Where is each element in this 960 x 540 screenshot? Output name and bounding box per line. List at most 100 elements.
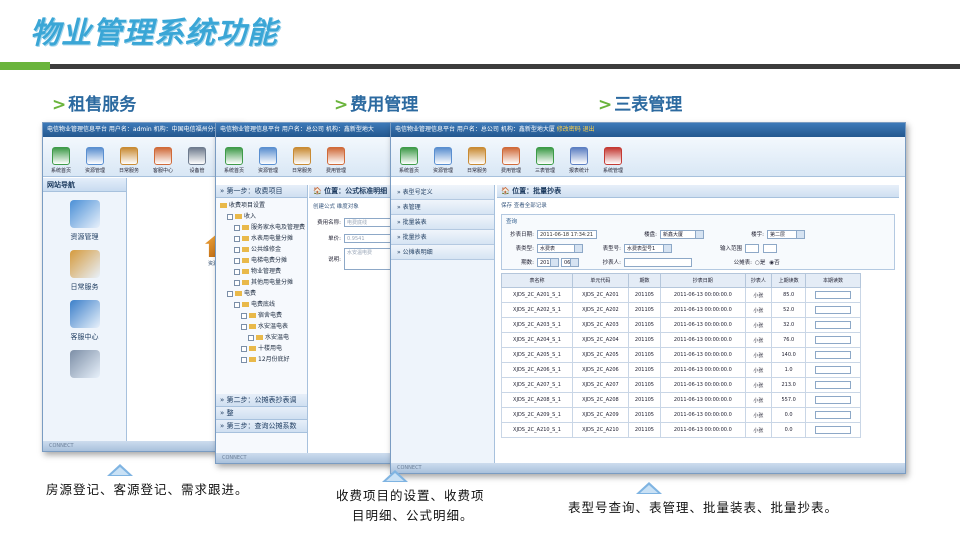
current-reading-input[interactable] <box>814 366 851 374</box>
toolbar-button-1[interactable]: 资源管理 <box>252 140 284 176</box>
toolbar-button-4[interactable]: 三表管理 <box>529 140 561 176</box>
table-cell: 小张 <box>744 422 773 438</box>
nav-item-3[interactable] <box>43 350 126 382</box>
toolbar-button-2[interactable]: 日常服务 <box>461 140 493 176</box>
tree-node[interactable]: 电梯电费分摊 <box>220 255 307 266</box>
tree-node[interactable]: 收费项目设置 <box>220 200 307 211</box>
tree-node[interactable]: 物业管理费 <box>220 266 307 277</box>
tree-node[interactable]: 收入 <box>220 211 307 222</box>
current-reading-input[interactable] <box>814 291 851 299</box>
tree-node[interactable]: 水安温电 <box>220 332 307 343</box>
toolbar-button-0[interactable]: 系统首页 <box>218 140 250 176</box>
meter-model-select[interactable]: 水费表型号1 <box>624 243 672 253</box>
meter-menu-item[interactable]: » 表管理 <box>391 200 494 215</box>
save-actions[interactable]: 保存 查看全部记录 <box>497 198 899 212</box>
tree-node[interactable]: 电费 <box>220 288 307 299</box>
period-month-select[interactable]: 06 <box>561 257 579 267</box>
tree-node[interactable]: 12月份底好 <box>220 354 307 365</box>
meter-menu-item[interactable]: » 表型号定义 <box>391 185 494 200</box>
expand-icon[interactable] <box>241 345 247 352</box>
formula-input[interactable]: 水安温电费 <box>344 248 396 270</box>
change-password-link[interactable]: 修改密码 退出 <box>557 126 595 133</box>
shared-radio-yes[interactable]: ○是 <box>755 258 765 266</box>
column-header[interactable]: 抄表人 <box>744 273 773 288</box>
meter-type-select[interactable]: 水费表 <box>537 243 583 253</box>
tree-node[interactable]: 宿舍电费 <box>220 310 307 321</box>
expand-icon[interactable] <box>234 257 240 264</box>
column-header[interactable]: 表名称 <box>500 273 574 288</box>
current-reading-input[interactable] <box>814 411 851 419</box>
shared-radio-no[interactable]: ◉否 <box>769 258 779 266</box>
reading-date-input[interactable]: 2011-06-18 17:34:21 <box>537 229 597 239</box>
tree-node[interactable]: 其他用电量分摊 <box>220 277 307 288</box>
toolbar-button-0[interactable]: 系统首页 <box>45 140 77 176</box>
expand-icon[interactable] <box>234 246 240 253</box>
current-reading-input[interactable] <box>814 396 851 404</box>
toolbar-button-3[interactable]: 客服中心 <box>147 140 179 176</box>
step-2[interactable]: » 第二步：公摊表抄表调 <box>216 394 307 407</box>
toolbar-button-6[interactable]: 系统管理 <box>597 140 629 176</box>
current-reading-input[interactable] <box>814 321 851 329</box>
nav-panel: 网站导航 资源管理 日常服务 客服中心 <box>43 178 127 443</box>
tree-node[interactable]: 服务家水电及管理费 <box>220 222 307 233</box>
meter-menu-item[interactable]: » 公摊表明细 <box>391 245 494 260</box>
table-cell: 213.0 <box>771 377 806 393</box>
range-to-input[interactable] <box>763 243 777 253</box>
building-select[interactable]: 新鑫大厦 <box>660 229 704 239</box>
query-tab[interactable]: 查询 <box>502 215 894 227</box>
step-1[interactable]: » 第一步：收费项目 <box>216 185 307 198</box>
tree-node[interactable]: 电费底线 <box>220 299 307 310</box>
expand-icon[interactable] <box>241 356 247 363</box>
tree-node[interactable]: 水表用电量分摊 <box>220 233 307 244</box>
current-reading-input[interactable] <box>814 351 851 359</box>
toolbar-button-3[interactable]: 费用管理 <box>320 140 352 176</box>
column-header[interactable]: 上期读数 <box>771 273 806 288</box>
expand-icon[interactable] <box>241 323 247 330</box>
expand-icon[interactable] <box>234 235 240 242</box>
toolbar-button-5[interactable]: 报表统计 <box>563 140 595 176</box>
toolbar-button-0[interactable]: 系统首页 <box>393 140 425 176</box>
expand-icon[interactable] <box>234 268 240 275</box>
expand-icon[interactable] <box>234 279 240 286</box>
floor-select[interactable]: 第二层 <box>767 229 805 239</box>
expand-icon[interactable] <box>241 312 247 319</box>
current-reading-input[interactable] <box>814 306 851 314</box>
expand-icon[interactable] <box>248 334 254 341</box>
toolbar-button-2[interactable]: 日常服务 <box>113 140 145 176</box>
nav-item-2[interactable]: 客服中心 <box>43 300 126 342</box>
meter-menu-item[interactable]: » 批量装表 <box>391 215 494 230</box>
table-cell: 2011-06-13 00:00:00.0 <box>660 422 746 438</box>
column-header[interactable]: 抄表日期 <box>660 273 746 288</box>
current-reading-input[interactable] <box>814 381 851 389</box>
tree-node[interactable]: 公共维修金 <box>220 244 307 255</box>
period-year-select[interactable]: 2011 <box>537 257 559 267</box>
table-row: XJDS_2C_A210_S_1 XJDS_2C_A210 201105 2011-0… <box>500 422 862 438</box>
formula-input[interactable]: 0.9541 <box>344 233 396 243</box>
expand-icon[interactable] <box>234 224 240 231</box>
nav-item-1[interactable]: 日常服务 <box>43 250 126 292</box>
current-reading-input[interactable] <box>814 426 851 434</box>
folder-icon <box>256 335 263 340</box>
toolbar-button-1[interactable]: 资源管理 <box>427 140 459 176</box>
current-reading-input[interactable] <box>814 336 851 344</box>
tree-node[interactable]: 十楼用电 <box>220 343 307 354</box>
column-header[interactable]: 单元代码 <box>572 273 629 288</box>
range-from-input[interactable] <box>745 243 759 253</box>
toolbar-button-1[interactable]: 资源管理 <box>79 140 111 176</box>
meter-menu-item[interactable]: » 批量抄表 <box>391 230 494 245</box>
column-header[interactable]: 本期读数 <box>804 273 862 288</box>
step-2b[interactable]: » 整 <box>216 407 307 420</box>
toolbar-label: 系统首页 <box>50 168 71 174</box>
toolbar-button-2[interactable]: 日常服务 <box>286 140 318 176</box>
tree-node[interactable]: 水安温电表 <box>220 321 307 332</box>
reader-input[interactable] <box>624 257 692 267</box>
column-header[interactable]: 期数 <box>627 273 662 288</box>
expand-icon[interactable] <box>227 213 233 220</box>
toolbar-button-4[interactable]: 设备管 <box>181 140 213 176</box>
step-3[interactable]: » 第三步：查询公摊系数 <box>216 420 307 433</box>
formula-input[interactable]: 电费底线 <box>344 217 396 227</box>
expand-icon[interactable] <box>234 301 240 308</box>
expand-icon[interactable] <box>227 290 233 297</box>
toolbar-button-3[interactable]: 费用管理 <box>495 140 527 176</box>
nav-item-0[interactable]: 资源管理 <box>43 200 126 242</box>
